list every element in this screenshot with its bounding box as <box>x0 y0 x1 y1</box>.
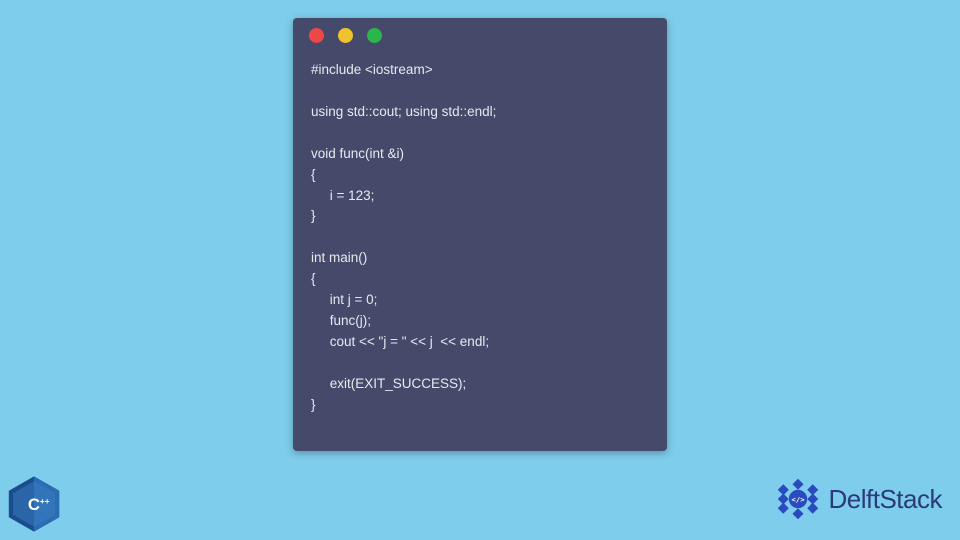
svg-text:</>: </> <box>791 495 805 504</box>
window-titlebar <box>293 18 667 52</box>
code-window: #include <iostream> using std::cout; usi… <box>293 18 667 451</box>
cpp-logo-icon: C ++ <box>4 474 64 534</box>
svg-text:C: C <box>28 495 40 514</box>
minimize-icon <box>338 28 353 43</box>
svg-text:++: ++ <box>40 496 50 506</box>
code-content: #include <iostream> using std::cout; usi… <box>293 52 667 432</box>
brand-logo: </> DelftStack <box>775 476 943 522</box>
delftstack-icon: </> <box>775 476 821 522</box>
close-icon <box>309 28 324 43</box>
brand-name: DelftStack <box>829 484 943 515</box>
maximize-icon <box>367 28 382 43</box>
